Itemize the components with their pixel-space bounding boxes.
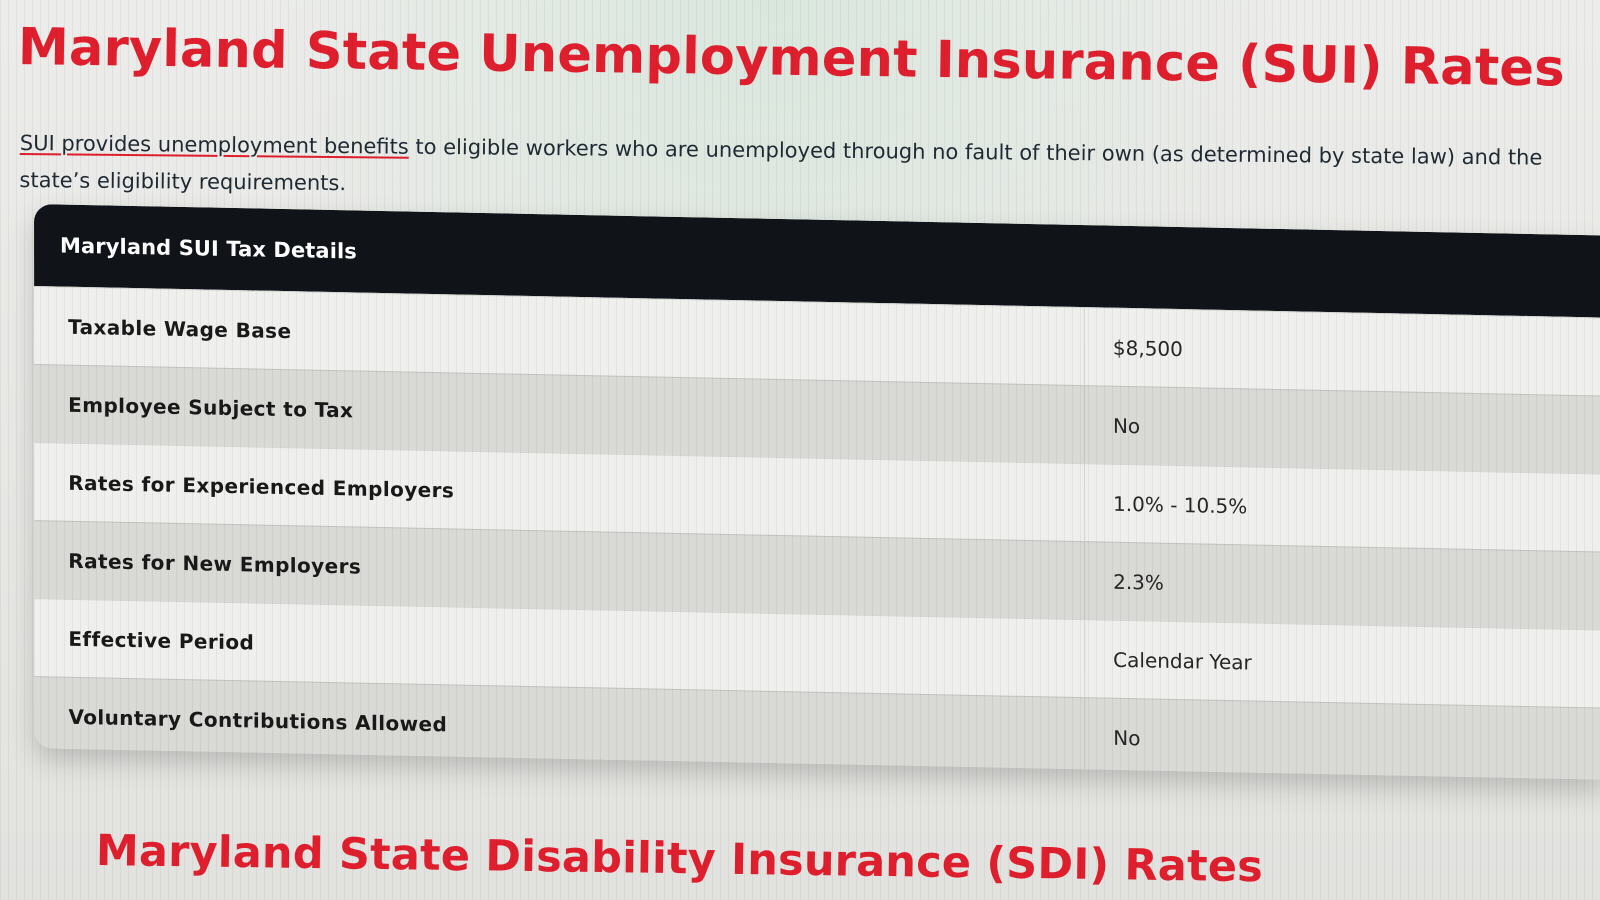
sui-benefits-link[interactable]: SUI provides unemployment benefits (20, 131, 409, 159)
webpage-view: Maryland State Unemployment Insurance (S… (0, 0, 1600, 900)
row-value: $8,500 (1083, 308, 1600, 396)
row-value: 1.0% - 10.5% (1083, 464, 1600, 552)
page-title: Maryland State Unemployment Insurance (S… (17, 18, 1566, 99)
row-value: Calendar Year (1084, 620, 1600, 708)
row-value: No (1084, 698, 1600, 780)
row-value: No (1083, 386, 1600, 474)
table-body: Taxable Wage Base $8,500 Employee Subjec… (34, 286, 1600, 780)
intro-paragraph: SUI provides unemployment benefits to el… (19, 125, 1580, 214)
sui-tax-details-table: Maryland SUI Tax Details Taxable Wage Ba… (34, 204, 1600, 780)
next-section-title: Maryland State Disability Insurance (SDI… (95, 826, 1264, 893)
row-value: 2.3% (1084, 542, 1600, 630)
